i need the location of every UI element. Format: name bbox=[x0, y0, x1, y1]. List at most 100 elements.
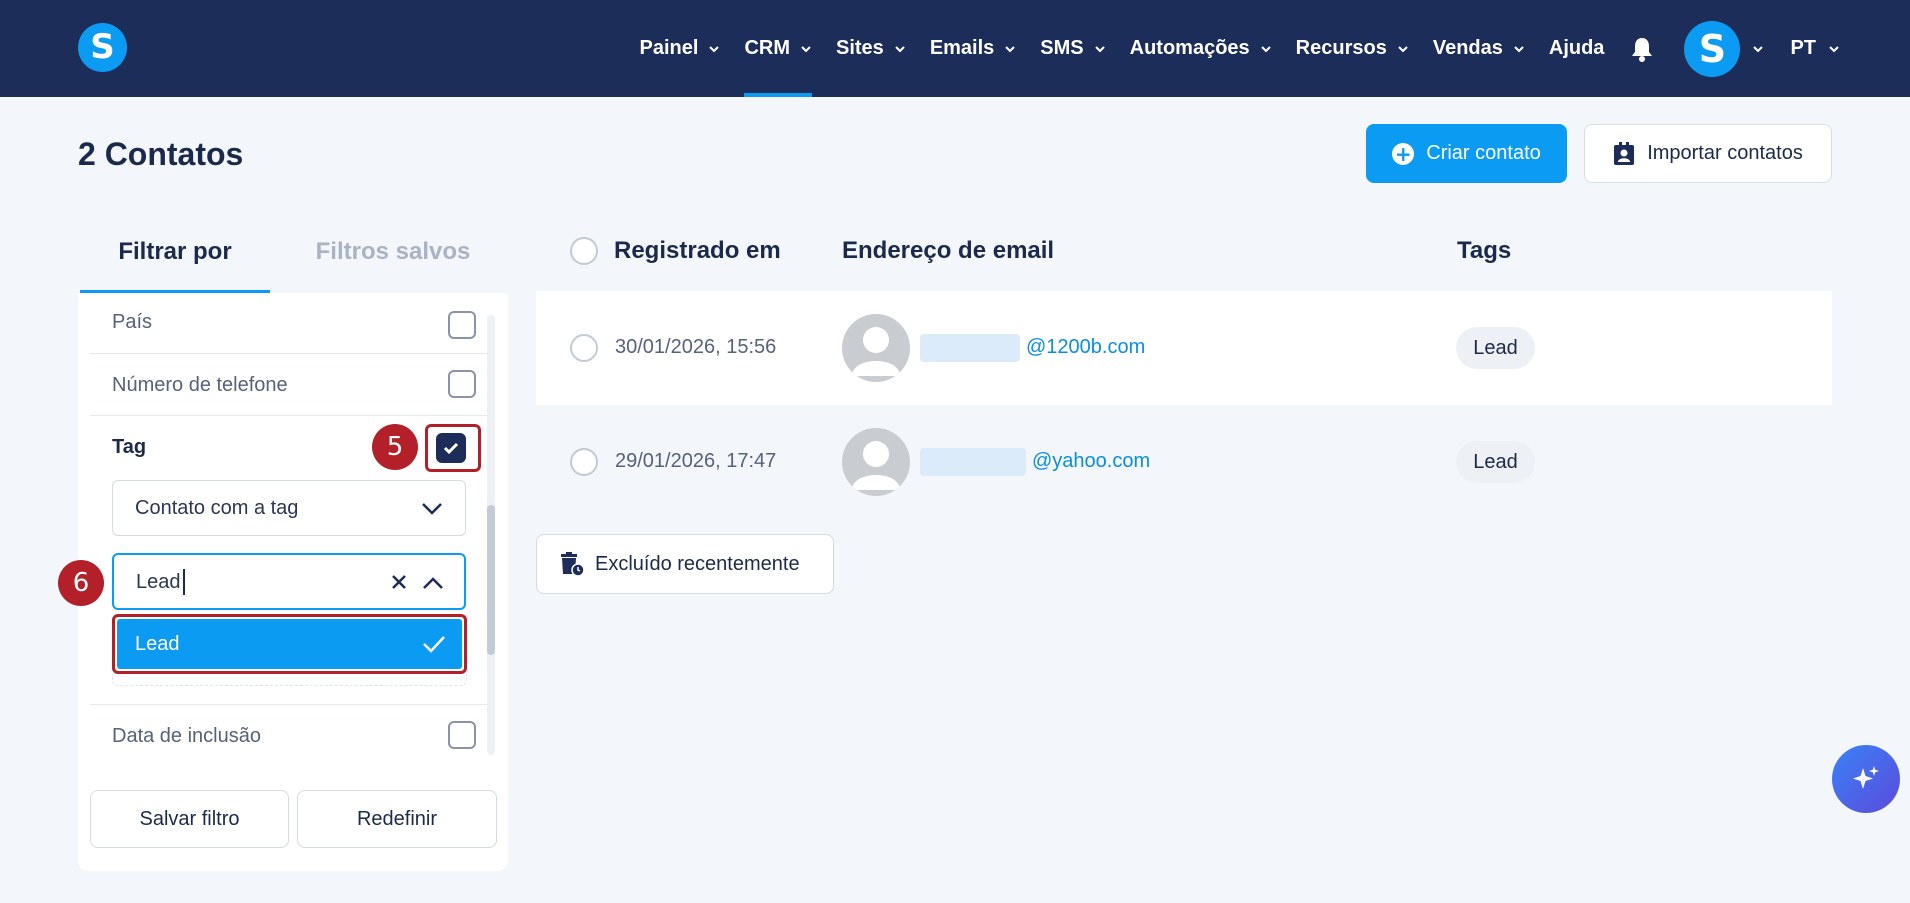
filter-label: Número de telefone bbox=[112, 374, 288, 396]
filter-label: País bbox=[112, 311, 153, 333]
tag-checkbox[interactable] bbox=[436, 433, 466, 463]
chevron-down-icon bbox=[1829, 45, 1839, 52]
filter-row-phone[interactable]: Número de telefone bbox=[90, 354, 489, 416]
row-select-radio[interactable] bbox=[570, 334, 598, 362]
app-logo[interactable]: S bbox=[78, 23, 127, 72]
import-contacts-label: Importar contatos bbox=[1647, 142, 1803, 164]
nav-item-ajuda[interactable]: Ajuda bbox=[1549, 0, 1605, 97]
close-icon[interactable] bbox=[390, 573, 408, 591]
tab-filter-by[interactable]: Filtrar por bbox=[80, 211, 270, 293]
registered-date: 30/01/2026, 15:56 bbox=[615, 336, 777, 358]
text-caret bbox=[183, 569, 185, 595]
save-filter-button[interactable]: Salvar filtro bbox=[90, 790, 289, 848]
email-redacted bbox=[920, 334, 1020, 362]
nav-label: Painel bbox=[639, 37, 699, 59]
contact-avatar bbox=[842, 314, 910, 382]
contact-email[interactable]: @1200b.com bbox=[1026, 336, 1145, 359]
dropdown-option-lead[interactable]: Lead bbox=[117, 619, 462, 669]
chevron-down-icon bbox=[1260, 45, 1271, 52]
contact-avatar bbox=[842, 428, 910, 496]
chevron-down-icon bbox=[1398, 45, 1408, 52]
dropdown-bottom bbox=[112, 674, 467, 686]
check-icon bbox=[423, 636, 445, 653]
tag-condition-select[interactable]: Contato com a tag bbox=[112, 480, 466, 536]
checkbox[interactable] bbox=[448, 370, 476, 398]
bell-icon[interactable] bbox=[1630, 36, 1654, 62]
tag-badge: Lead bbox=[1456, 327, 1535, 369]
chevron-down-icon[interactable] bbox=[1752, 43, 1764, 55]
header-email[interactable]: Endereço de email bbox=[842, 237, 1054, 265]
nav-label: CRM bbox=[744, 37, 790, 59]
person-icon bbox=[852, 327, 900, 376]
checkbox[interactable] bbox=[448, 311, 476, 339]
filter-label: Data de inclusão bbox=[112, 725, 261, 747]
user-avatar[interactable]: S bbox=[1684, 20, 1741, 77]
create-contact-label: Criar contato bbox=[1426, 142, 1541, 164]
chevron-up-icon[interactable] bbox=[422, 575, 444, 591]
main-nav: Painel CRM Sites Emails SMS Automações R… bbox=[616, 0, 1840, 97]
trash-clock-icon bbox=[561, 552, 585, 577]
tab-saved-filters[interactable]: Filtros salvos bbox=[278, 211, 508, 293]
nav-item-sites[interactable]: Sites bbox=[836, 0, 906, 97]
chevron-down-icon bbox=[801, 45, 811, 52]
recently-deleted-button[interactable]: Excluído recentemente bbox=[536, 534, 834, 594]
sparkle-icon bbox=[1853, 766, 1879, 789]
filter-scrollbar-thumb[interactable] bbox=[487, 505, 495, 655]
filter-label-tag: Tag bbox=[112, 436, 147, 458]
recently-deleted-label: Excluído recentemente bbox=[595, 552, 800, 575]
contacts-table: Registrado em Endereço de email Tags 30/… bbox=[536, 211, 1832, 518]
nav-label: Vendas bbox=[1432, 37, 1503, 59]
nav-item-recursos[interactable]: Recursos bbox=[1296, 0, 1409, 97]
nav-item-emails[interactable]: Emails bbox=[930, 0, 1016, 97]
filter-row-country[interactable]: País bbox=[90, 303, 489, 354]
header-registered[interactable]: Registrado em bbox=[614, 237, 781, 265]
step-badge-6: 6 bbox=[58, 560, 104, 606]
nav-label: Ajuda bbox=[1548, 37, 1605, 59]
tag-search-input[interactable]: Lead bbox=[112, 553, 466, 610]
import-contacts-button[interactable]: Importar contatos bbox=[1584, 124, 1832, 183]
nav-label: Automações bbox=[1129, 37, 1250, 59]
reset-button[interactable]: Redefinir bbox=[297, 790, 497, 848]
chevron-down-icon bbox=[1514, 45, 1524, 52]
create-contact-button[interactable]: + Criar contato bbox=[1366, 124, 1567, 183]
chevron-down-icon bbox=[895, 45, 905, 52]
page-title: 2 Contatos bbox=[78, 136, 244, 172]
tag-badge: Lead bbox=[1456, 441, 1535, 483]
nav-item-sms[interactable]: SMS bbox=[1040, 0, 1105, 97]
filter-row-date-added[interactable]: Data de inclusão bbox=[90, 704, 489, 756]
person-icon bbox=[852, 441, 900, 490]
search-value: Lead bbox=[136, 571, 181, 593]
filter-tabs: Filtrar por Filtros salvos bbox=[78, 211, 508, 293]
nav-label: SMS bbox=[1040, 37, 1084, 59]
step-badge-5: 5 bbox=[372, 424, 418, 470]
nav-label: Recursos bbox=[1295, 37, 1387, 59]
email-redacted bbox=[920, 448, 1026, 476]
ai-assistant-button[interactable] bbox=[1832, 745, 1900, 813]
contact-email[interactable]: @yahoo.com bbox=[1032, 450, 1150, 473]
language-label: PT bbox=[1790, 37, 1816, 59]
check-icon bbox=[443, 442, 459, 455]
nav-item-automacoes[interactable]: Automações bbox=[1130, 0, 1272, 97]
registered-date: 29/01/2026, 17:47 bbox=[615, 450, 777, 472]
nav-item-painel[interactable]: Painel bbox=[640, 0, 721, 97]
nav-item-crm[interactable]: CRM bbox=[744, 0, 812, 97]
nav-label: Emails bbox=[929, 37, 995, 59]
table-header: Registrado em Endereço de email Tags bbox=[536, 211, 1832, 291]
chevron-down-icon bbox=[1094, 45, 1105, 52]
select-all-radio[interactable] bbox=[570, 237, 598, 265]
top-navbar: S Painel CRM Sites Emails SMS Automações… bbox=[0, 0, 1910, 97]
chevron-down-icon bbox=[1005, 45, 1016, 52]
row-select-radio[interactable] bbox=[570, 448, 598, 476]
option-label: Lead bbox=[135, 633, 180, 655]
plus-circle-icon: + bbox=[1392, 142, 1415, 165]
table-row[interactable]: 29/01/2026, 17:47 @yahoo.com Lead bbox=[536, 405, 1832, 518]
checkbox[interactable] bbox=[448, 721, 476, 749]
contact-card-icon bbox=[1614, 141, 1635, 165]
chevron-down-icon bbox=[709, 45, 720, 52]
chevron-down-icon bbox=[422, 503, 442, 515]
table-row[interactable]: 30/01/2026, 15:56 @1200b.com Lead bbox=[536, 291, 1832, 405]
header-tags[interactable]: Tags bbox=[1457, 237, 1511, 265]
select-value: Contato com a tag bbox=[135, 497, 299, 519]
language-selector[interactable]: PT bbox=[1790, 37, 1840, 60]
nav-item-vendas[interactable]: Vendas bbox=[1433, 0, 1525, 97]
